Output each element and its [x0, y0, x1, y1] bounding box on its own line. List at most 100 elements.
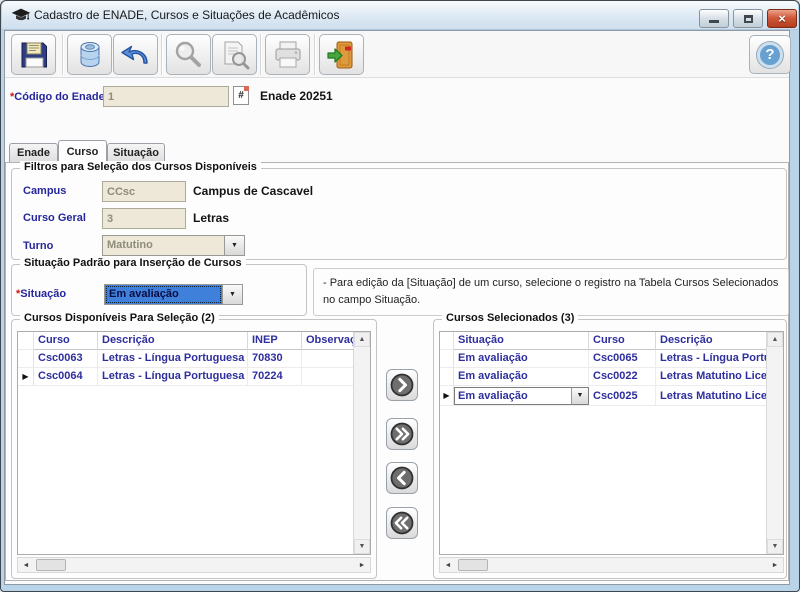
window-title: Cadastro de ENADE, Cursos e Situações de…	[34, 8, 339, 22]
cell-descricao[interactable]: Letras Matutino Licen	[656, 368, 768, 386]
situacao-combobox[interactable]: Em avaliação ▼	[104, 284, 243, 305]
cell-curso[interactable]: Csc0064	[34, 368, 98, 386]
vertical-scrollbar[interactable]: ▲ ▼	[766, 332, 783, 554]
available-header-row: Curso Descrição INEP Observaçõ	[18, 332, 355, 350]
row-indicator-icon: ▶	[443, 391, 449, 400]
cell-inep[interactable]: 70224	[248, 368, 302, 386]
scroll-left-icon[interactable]: ◄	[18, 558, 34, 572]
chevron-down-icon: ▼	[224, 236, 244, 255]
minimize-button[interactable]	[699, 9, 729, 28]
help-glyph: ?	[765, 46, 774, 63]
indicator-column-header	[440, 332, 454, 350]
scrollbar-thumb[interactable]	[458, 559, 488, 571]
toolbar-separator	[260, 34, 261, 75]
arrow-double-right-icon	[388, 420, 416, 448]
title-bar[interactable]: Cadastro de ENADE, Cursos e Situações de…	[2, 1, 798, 30]
cell-descricao[interactable]: Letras - Língua Portug	[656, 350, 768, 368]
toolbar-separator	[62, 34, 63, 75]
campus-input	[102, 181, 186, 202]
cell-situacao[interactable]: Em avaliação	[454, 350, 589, 368]
col-header-descricao: Descrição	[98, 332, 248, 350]
minimize-icon	[709, 20, 719, 23]
close-icon: ×	[778, 12, 786, 25]
row-indicator-cell: ▶	[440, 386, 454, 406]
selected-title: Cursos Selecionados (3)	[442, 312, 578, 324]
help-icon: ?	[757, 42, 783, 68]
cell-observacao[interactable]	[302, 350, 355, 368]
cell-observacao[interactable]	[302, 368, 355, 386]
scrollbar-track[interactable]	[34, 558, 354, 572]
cell-curso[interactable]: Csc0025	[589, 386, 656, 406]
arrow-double-left-icon	[388, 509, 416, 537]
scrollbar-thumb[interactable]	[36, 559, 66, 571]
tab-situacao[interactable]: Situação	[107, 143, 165, 163]
codigo-enade-input	[103, 86, 229, 107]
cell-curso[interactable]: Csc0022	[589, 368, 656, 386]
search-icon	[172, 38, 206, 72]
move-all-left-button[interactable]	[386, 507, 418, 539]
table-row[interactable]: Csc0063 Letras - Língua Portuguesa e 708…	[18, 350, 355, 368]
horizontal-scrollbar[interactable]: ◄ ►	[17, 557, 371, 573]
close-button[interactable]: ×	[767, 9, 797, 28]
scrollbar-track[interactable]	[456, 558, 767, 572]
scroll-up-icon[interactable]: ▲	[767, 332, 783, 347]
col-header-situacao: Situação	[454, 332, 589, 350]
cell-descricao[interactable]: Letras Matutino Licen	[656, 386, 768, 406]
maximize-button[interactable]	[733, 9, 763, 28]
col-header-descricao: Descrição	[656, 332, 768, 350]
undo-button[interactable]	[113, 34, 158, 75]
table-row[interactable]: Em avaliação Csc0065 Letras - Língua Por…	[440, 350, 768, 368]
instruction-note: - Para edição da [Situação] de um curso,…	[313, 268, 789, 316]
cell-inep[interactable]: 70830	[248, 350, 302, 368]
help-button[interactable]: ?	[749, 35, 791, 74]
cell-curso[interactable]: Csc0065	[589, 350, 656, 368]
save-button[interactable]	[11, 34, 56, 75]
table-row[interactable]: ▶ Em avaliação ▼ Csc0025 Letras Matutino…	[440, 386, 768, 406]
cell-situacao[interactable]: Em avaliação	[454, 368, 589, 386]
scroll-down-icon[interactable]: ▼	[354, 539, 370, 554]
client-area: ? *Código do Enade # Enade 20251 Enade C…	[4, 30, 790, 585]
exit-button[interactable]	[319, 34, 364, 75]
vertical-scrollbar[interactable]: ▲ ▼	[353, 332, 370, 554]
horizontal-scrollbar[interactable]: ◄ ►	[439, 557, 784, 573]
cell-curso[interactable]: Csc0063	[34, 350, 98, 368]
lookup-button[interactable]: #	[233, 86, 249, 105]
scroll-up-icon[interactable]: ▲	[354, 332, 370, 347]
selected-header-row: Situação Curso Descrição	[440, 332, 768, 350]
available-title: Cursos Disponíveis Para Seleção (2)	[20, 312, 219, 324]
save-icon	[17, 38, 51, 72]
clear-button[interactable]	[67, 34, 112, 75]
scroll-right-icon[interactable]: ►	[767, 558, 783, 572]
clear-cylinder-icon	[73, 38, 107, 72]
search-button	[166, 34, 211, 75]
groupbox-filtros-title: Filtros para Seleção dos Cursos Disponív…	[20, 161, 261, 173]
scroll-down-icon[interactable]: ▼	[767, 539, 783, 554]
col-header-curso: Curso	[589, 332, 656, 350]
toolbar-separator	[161, 34, 162, 75]
toolbar-separator	[314, 34, 315, 75]
cell-descricao[interactable]: Letras - Língua Portuguesa e	[98, 350, 248, 368]
curso-geral-label: Curso Geral	[23, 212, 86, 224]
row-indicator-cell	[440, 350, 454, 368]
scroll-right-icon[interactable]: ►	[354, 558, 370, 572]
print-icon	[271, 38, 305, 72]
table-row[interactable]: ▶ Csc0064 Letras - Língua Portuguesa e 7…	[18, 368, 355, 386]
undo-arrow-icon	[119, 38, 153, 72]
situacao-cell-combobox[interactable]: Em avaliação ▼	[454, 387, 589, 405]
situacao-cell-value: Em avaliação	[455, 388, 571, 404]
cell-descricao[interactable]: Letras - Língua Portuguesa e	[98, 368, 248, 386]
move-right-button[interactable]	[386, 369, 418, 401]
table-row[interactable]: Em avaliação Csc0022 Letras Matutino Lic…	[440, 368, 768, 386]
enade-description: Enade 20251	[260, 89, 333, 103]
chevron-down-icon[interactable]: ▼	[222, 285, 242, 304]
move-left-button[interactable]	[386, 462, 418, 494]
tab-enade[interactable]: Enade	[9, 143, 58, 163]
scroll-left-icon[interactable]: ◄	[440, 558, 456, 572]
col-header-inep: INEP	[248, 332, 302, 350]
row-indicator-cell	[440, 368, 454, 386]
chevron-down-icon[interactable]: ▼	[571, 388, 588, 404]
row-indicator-cell: ▶	[18, 368, 34, 386]
row-indicator-icon: ▶	[22, 372, 28, 381]
toolbar: ?	[5, 31, 789, 78]
move-all-right-button[interactable]	[386, 418, 418, 450]
